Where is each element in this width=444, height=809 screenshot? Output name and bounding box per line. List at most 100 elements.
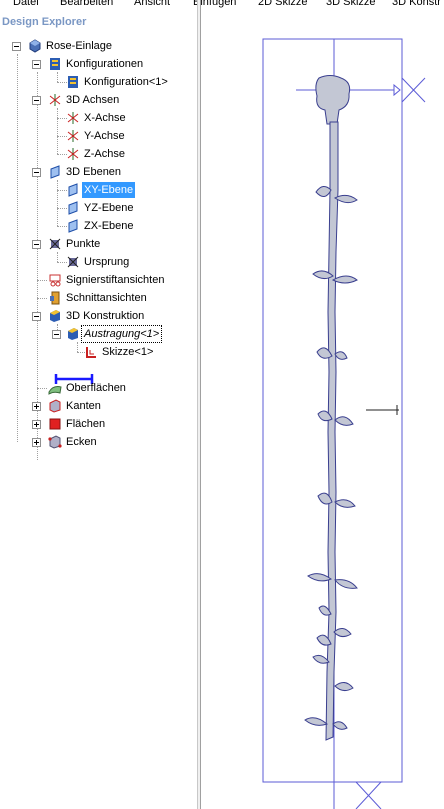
plane-corner-marker <box>401 77 426 103</box>
tree-label: Kanten <box>66 400 101 412</box>
tree-label: YZ-Ebene <box>84 202 134 214</box>
axis-arrowhead <box>393 83 401 97</box>
plane-icon <box>50 165 60 179</box>
plane-icon <box>68 183 78 197</box>
markup-view-icon <box>49 274 61 287</box>
tree-label: Schnittansichten <box>66 292 147 304</box>
tree-item-ecken[interactable]: Ecken <box>48 434 168 450</box>
tree-label: Y-Achse <box>84 130 125 142</box>
expander-root[interactable] <box>12 42 21 51</box>
expander-austragung[interactable] <box>52 330 61 339</box>
leaf <box>312 654 330 664</box>
tree-label-selected: XY-Ebene <box>82 182 136 198</box>
leaf <box>333 628 352 638</box>
tree-item-xy-ebene[interactable]: XY-Ebene <box>66 182 176 198</box>
tree-item-punkte[interactable]: Punkte <box>48 236 168 252</box>
tree-item-skizze[interactable]: Skizze<1> <box>84 344 184 360</box>
tree-item-3d-konstruktion[interactable]: 3D Konstruktion <box>48 308 178 324</box>
plane-icon <box>68 201 78 215</box>
expander-konstruktion[interactable] <box>32 312 41 321</box>
tree-item-flaechen[interactable]: Flächen <box>48 416 168 432</box>
leaf <box>334 416 354 426</box>
tree-label: Ursprung <box>84 256 130 268</box>
menu-ansicht[interactable]: Ansicht <box>134 0 170 9</box>
axis-icon <box>67 130 79 142</box>
plane-icon <box>68 219 78 233</box>
expander-ecken[interactable] <box>32 438 41 447</box>
rose-part <box>304 75 358 741</box>
tree-label: Z-Achse <box>84 148 125 160</box>
menu-datei[interactable]: Datei <box>13 0 39 9</box>
tree-item-signierstiftansichten[interactable]: Signierstiftansichten <box>48 272 196 288</box>
tree-item-oberflaechen[interactable]: Oberflächen <box>48 380 178 396</box>
design-explorer-tree: Rose-Einlage Konfigurationen Konfigurati… <box>0 12 197 809</box>
tree-label: ZX-Ebene <box>84 220 134 232</box>
tree-item-y-achse[interactable]: Y-Achse <box>66 128 176 144</box>
tree-label: Konfigurationen <box>66 58 144 70</box>
tree-item-3d-achsen[interactable]: 3D Achsen <box>48 92 168 108</box>
extrude-icon <box>68 328 78 340</box>
menu-3d-skizze[interactable]: 3D Skizze <box>326 0 376 9</box>
tree-label: Ecken <box>66 436 97 448</box>
tree-item-3d-ebenen[interactable]: 3D Ebenen <box>48 164 168 180</box>
expander-konfigurationen[interactable] <box>32 60 41 69</box>
menu-3d-konstruktion[interactable]: 3D Konstr <box>392 0 441 9</box>
leaf <box>334 499 356 508</box>
expander-ebenen[interactable] <box>32 168 41 177</box>
tree-label: Konfiguration<1> <box>84 76 168 88</box>
configuration-icon <box>68 76 78 88</box>
expander-achsen[interactable] <box>32 96 41 105</box>
tree-item-konfiguration1[interactable]: Konfiguration<1> <box>66 74 176 90</box>
construction-icon <box>50 310 60 322</box>
axes-icon <box>49 94 61 106</box>
menu-2d-skizze[interactable]: 2D Skizze <box>258 0 308 9</box>
tree-line <box>57 72 58 82</box>
tree-label: X-Achse <box>84 112 126 124</box>
tree-label: 3D Ebenen <box>66 166 122 178</box>
tree-line <box>57 180 58 226</box>
tree-line <box>37 280 47 281</box>
leaf <box>304 717 329 726</box>
tree-line <box>37 298 47 299</box>
faces-icon <box>49 418 61 430</box>
expander-flaechen[interactable] <box>32 420 41 429</box>
axis-icon <box>67 148 79 160</box>
tree-item-yz-ebene[interactable]: YZ-Ebene <box>66 200 176 216</box>
tree-label: Flächen <box>66 418 106 430</box>
sketch-icon <box>86 347 96 358</box>
tree-line <box>57 108 58 154</box>
tree-line <box>77 342 78 352</box>
leaf <box>307 573 333 582</box>
configuration-icon <box>50 58 60 70</box>
tree-item-ursprung[interactable]: Ursprung <box>66 254 176 270</box>
leaf <box>334 579 358 589</box>
expander-kanten[interactable] <box>32 402 41 411</box>
leaf <box>332 721 348 730</box>
3d-viewport[interactable] <box>201 12 444 809</box>
points-icon <box>49 238 61 250</box>
vertices-icon <box>48 435 62 449</box>
origin-point-icon <box>67 256 79 268</box>
design-explorer-panel: Design Explorer Rose-Einlage Konfigurati… <box>0 12 197 809</box>
tree-item-austragung[interactable]: Austragung<1> <box>66 325 176 343</box>
tree-item-z-achse[interactable]: Z-Achse <box>66 146 176 162</box>
expander-punkte[interactable] <box>32 240 41 249</box>
tree-line <box>37 388 47 389</box>
viewport-canvas[interactable] <box>201 12 444 809</box>
tree-item-zx-ebene[interactable]: ZX-Ebene <box>66 218 176 234</box>
tree-item-konfigurationen[interactable]: Konfigurationen <box>48 56 168 72</box>
tree-label: Oberflächen <box>66 382 126 394</box>
leaf <box>334 194 358 204</box>
leaf <box>334 682 354 692</box>
menu-bearbeiten[interactable]: Bearbeiten <box>60 0 113 9</box>
tree-item-root[interactable]: Rose-Einlage <box>28 38 148 54</box>
tree-label: Rose-Einlage <box>46 40 113 52</box>
tree-line <box>57 252 58 262</box>
menu-bar: Datei Bearbeiten Ansicht Einfügen 2D Ski… <box>0 0 444 12</box>
part-icon <box>29 39 41 53</box>
tree-item-schnittansichten[interactable]: Schnittansichten <box>48 290 196 306</box>
tree-item-kanten[interactable]: Kanten <box>48 398 168 414</box>
tree-item-x-achse[interactable]: X-Achse <box>66 110 176 126</box>
tree-label: Skizze<1> <box>102 346 154 358</box>
surface-icon <box>48 386 62 395</box>
